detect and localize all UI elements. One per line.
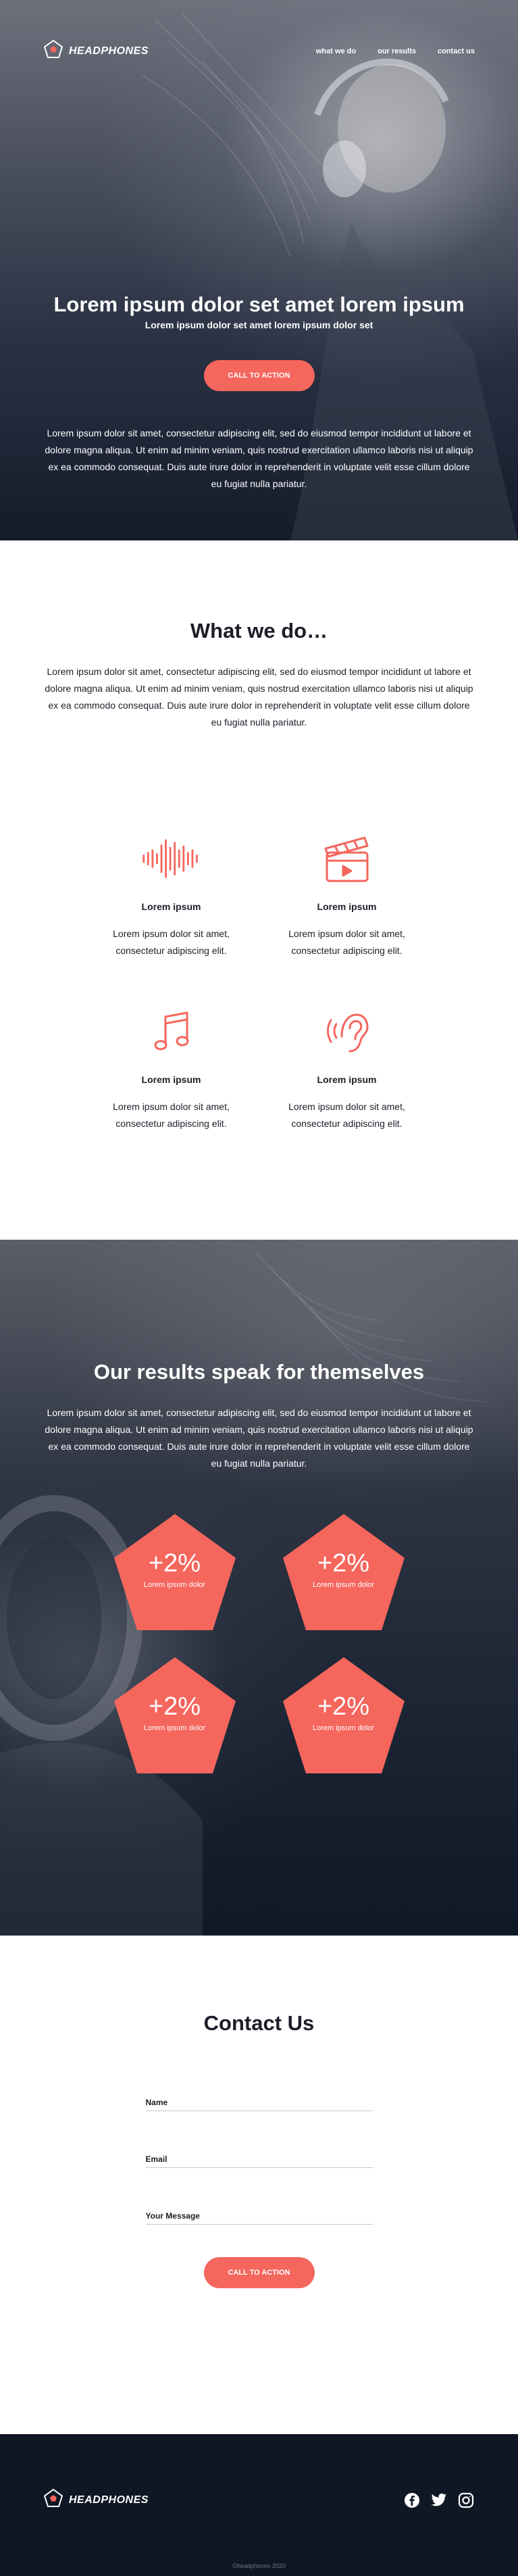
results-title: Our results speak for themselves: [93, 1360, 425, 1384]
feature-item: Lorem ipsum Lorem ipsum dolor sit amet, …: [259, 828, 435, 959]
results-section: Our results speak for themselves Lorem i…: [0, 1240, 518, 1936]
stat-pentagon: +2% Lorem ipsum dolor: [113, 1656, 237, 1775]
twitter-icon[interactable]: [430, 2492, 448, 2509]
message-field-row: Your Message: [145, 2200, 373, 2225]
sound-wave-icon: [141, 828, 202, 889]
hero-cta-button[interactable]: CALL TO ACTION: [203, 360, 315, 391]
email-label: Email: [145, 2154, 167, 2164]
hero-subtitle: Lorem ipsum dolor set amet lorem ipsum d…: [145, 320, 373, 330]
stat-pentagon: +2% Lorem ipsum dolor: [282, 1656, 406, 1775]
nav-links: what we do our results contact us: [316, 47, 475, 55]
footer: HEADPHONES ©headphones 2020: [0, 2434, 518, 2576]
stat-value: +2%: [148, 1549, 201, 1577]
pentagon-logo-icon: [43, 2488, 63, 2512]
contact-section: Contact Us Name Email Your Message CALL …: [0, 1936, 518, 2434]
features-grid: Lorem ipsum Lorem ipsum dolor sit amet, …: [84, 828, 435, 1132]
stat-pentagon: +2% Lorem ipsum dolor: [282, 1513, 406, 1632]
ear-icon: [317, 1001, 378, 1062]
feature-text: Lorem ipsum dolor sit amet, consectetur …: [288, 928, 405, 956]
feature-text: Lorem ipsum dolor sit amet, consectetur …: [113, 1101, 230, 1129]
clapperboard-icon: [317, 828, 378, 889]
feature-item: Lorem ipsum Lorem ipsum dolor sit amet, …: [84, 1001, 259, 1132]
nav-link-our-results[interactable]: our results: [378, 47, 416, 55]
brand-logo[interactable]: HEADPHONES: [43, 39, 149, 63]
hero-title: Lorem ipsum dolor set amet lorem ipsum: [53, 293, 465, 316]
feature-text: Lorem ipsum dolor sit amet, consectetur …: [288, 1101, 405, 1129]
email-field-row: Email: [145, 2144, 373, 2168]
facebook-icon[interactable]: [403, 2492, 421, 2509]
name-label: Name: [145, 2098, 168, 2107]
contact-title: Contact Us: [203, 2011, 315, 2035]
stat-value: +2%: [317, 1549, 370, 1577]
feature-item: Lorem ipsum Lorem ipsum dolor sit amet, …: [259, 1001, 435, 1132]
contact-form: Name Email Your Message: [145, 2087, 373, 2225]
social-links: [403, 2492, 475, 2509]
name-input[interactable]: [192, 2094, 373, 2110]
stat-label: Lorem ipsum dolor: [312, 1581, 375, 1589]
footer-brand-name: HEADPHONES: [69, 2494, 149, 2506]
contact-cta-button[interactable]: CALL TO ACTION: [203, 2257, 315, 2288]
feature-title: Lorem ipsum: [317, 1074, 377, 1085]
feature-title: Lorem ipsum: [141, 1074, 201, 1085]
stat-label: Lorem ipsum dolor: [143, 1581, 206, 1589]
feature-item: Lorem ipsum Lorem ipsum dolor sit amet, …: [84, 828, 259, 959]
copyright-text: ©headphones 2020: [232, 2562, 286, 2569]
what-we-do-text: Lorem ipsum dolor sit amet, consectetur …: [45, 666, 473, 728]
what-we-do-section: What we do… Lorem ipsum dolor sit amet, …: [0, 540, 518, 1240]
message-input[interactable]: [213, 2207, 373, 2223]
stat-value: +2%: [317, 1692, 370, 1721]
nav-link-contact-us[interactable]: contact us: [438, 47, 475, 55]
stat-value: +2%: [148, 1692, 201, 1721]
nav-link-what-we-do[interactable]: what we do: [316, 47, 356, 55]
music-note-icon: [141, 1001, 202, 1062]
stat-pentagon: +2% Lorem ipsum dolor: [113, 1513, 237, 1632]
footer-brand-logo[interactable]: HEADPHONES: [43, 2488, 149, 2512]
feature-title: Lorem ipsum: [317, 901, 377, 912]
feature-text: Lorem ipsum dolor sit amet, consectetur …: [113, 928, 230, 956]
feature-title: Lorem ipsum: [141, 901, 201, 912]
results-text: Lorem ipsum dolor sit amet, consectetur …: [45, 1407, 473, 1469]
email-input[interactable]: [192, 2150, 373, 2167]
instagram-icon[interactable]: [457, 2492, 475, 2509]
brand-name: HEADPHONES: [69, 45, 149, 57]
what-we-do-title: What we do…: [190, 619, 328, 642]
stat-label: Lorem ipsum dolor: [312, 1724, 375, 1732]
name-field-row: Name: [145, 2087, 373, 2111]
pentagon-logo-icon: [43, 39, 63, 63]
hero-text: Lorem ipsum dolor sit amet, consectetur …: [45, 428, 473, 489]
top-nav: HEADPHONES what we do our results contac…: [0, 0, 518, 63]
hero-section: HEADPHONES what we do our results contac…: [0, 0, 518, 540]
message-label: Your Message: [145, 2211, 200, 2221]
stat-label: Lorem ipsum dolor: [143, 1724, 206, 1732]
stats-grid: +2% Lorem ipsum dolor +2% Lorem ipsum do…: [90, 1513, 428, 1775]
